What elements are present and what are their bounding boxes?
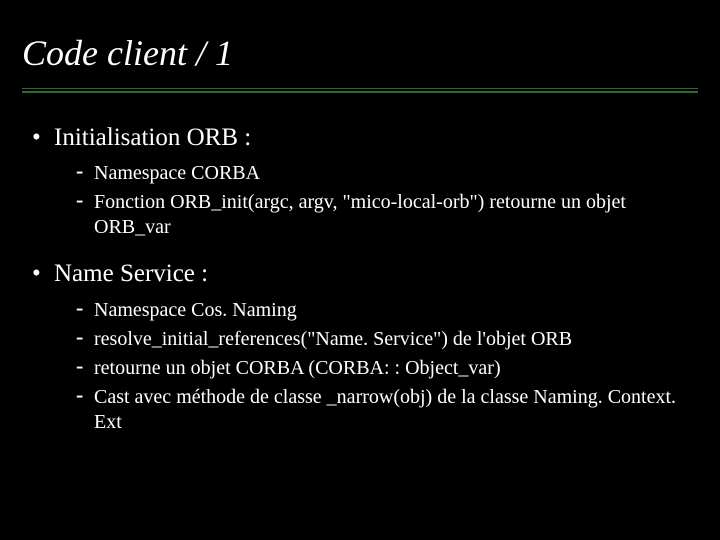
list-item: Namespace CORBA — [76, 161, 680, 186]
page-title: Code client / 1 — [22, 32, 720, 74]
title-rule — [22, 88, 698, 94]
list-item: Cast avec méthode de classe _narrow(obj)… — [76, 385, 680, 435]
list-item: resolve_initial_references("Name. Servic… — [76, 327, 680, 352]
list-item: Namespace Cos. Naming — [76, 298, 680, 323]
section: Name Service : Namespace Cos. Naming res… — [30, 258, 680, 434]
list-item: retourne un objet CORBA (CORBA: : Object… — [76, 356, 680, 381]
section-heading: Initialisation ORB : — [54, 124, 251, 151]
section-heading: Name Service : — [54, 260, 208, 287]
section: Initialisation ORB : Namespace CORBA Fon… — [30, 122, 680, 240]
list-item: Fonction ORB_init(argc, argv, "mico-loca… — [76, 190, 680, 240]
slide: Code client / 1 Initialisation ORB : Nam… — [0, 32, 720, 540]
content-area: Initialisation ORB : Namespace CORBA Fon… — [30, 122, 680, 435]
